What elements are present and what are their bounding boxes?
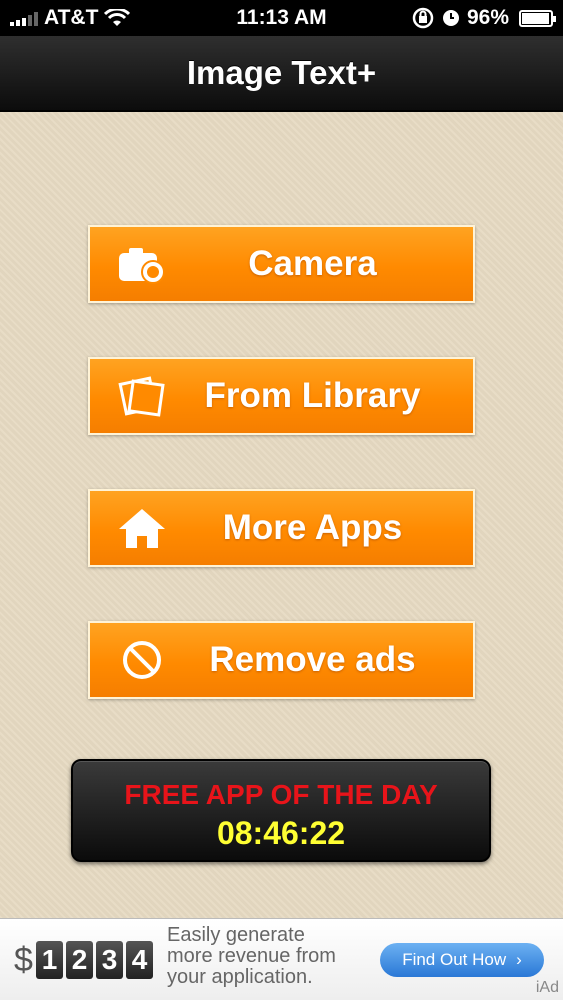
ad-digit: 1 bbox=[36, 941, 63, 979]
status-right: 96% bbox=[411, 6, 556, 30]
battery-percent: 96% bbox=[466, 6, 509, 29]
ad-digit: 3 bbox=[96, 941, 123, 979]
from-library-button[interactable]: From Library bbox=[88, 357, 475, 435]
ad-copy-line: your application. bbox=[167, 966, 313, 988]
page-title: Image Text+ bbox=[186, 54, 377, 91]
rotation-lock-icon bbox=[412, 7, 434, 29]
remove-ads-button-label: Remove ads bbox=[209, 640, 416, 679]
alarm-clock-icon bbox=[442, 10, 459, 26]
camera-button[interactable]: Camera bbox=[88, 225, 475, 303]
ad-digit: 2 bbox=[66, 941, 93, 979]
ad-dollar-sign: $ bbox=[14, 941, 33, 979]
ad-copy: Easily generate more revenue from your a… bbox=[167, 925, 336, 988]
iad-banner[interactable]: $ 1 2 3 4 Easily generate more revenue f… bbox=[0, 918, 563, 1000]
status-bar: AT&T 11:13 AM 96% bbox=[0, 0, 563, 36]
ad-digit: 4 bbox=[126, 941, 153, 979]
photo-library-icon bbox=[112, 366, 172, 426]
more-apps-button[interactable]: More Apps bbox=[88, 489, 475, 567]
chevron-right-icon: › bbox=[516, 950, 522, 969]
ad-digit-counter: 1 2 3 4 bbox=[36, 941, 153, 979]
navigation-bar: Image Text+ bbox=[0, 36, 563, 112]
wifi-icon bbox=[104, 9, 131, 26]
status-left: AT&T bbox=[10, 6, 131, 30]
camera-button-label: Camera bbox=[248, 244, 377, 283]
signal-strength-icon bbox=[10, 10, 38, 26]
home-icon bbox=[112, 498, 172, 558]
iad-logo: iAd bbox=[535, 979, 559, 996]
status-time: 11:13 AM bbox=[236, 6, 327, 29]
free-app-countdown: 08:46:22 bbox=[216, 815, 346, 851]
camera-icon bbox=[112, 234, 172, 294]
from-library-button-label: From Library bbox=[204, 376, 421, 415]
find-out-how-label: Find Out How bbox=[402, 950, 507, 969]
ad-copy-line: Easily generate bbox=[167, 924, 305, 946]
free-app-of-the-day-button[interactable]: FREE APP OF THE DAY 08:46:22 bbox=[71, 759, 491, 862]
remove-ads-button[interactable]: Remove ads bbox=[88, 621, 475, 699]
free-app-title: FREE APP OF THE DAY bbox=[124, 779, 438, 810]
carrier-label: AT&T bbox=[44, 6, 99, 29]
battery-icon bbox=[519, 9, 556, 27]
ad-copy-line: more revenue from bbox=[167, 945, 336, 967]
prohibited-icon bbox=[112, 630, 172, 690]
more-apps-button-label: More Apps bbox=[222, 508, 403, 547]
find-out-how-button[interactable]: Find Out How › bbox=[380, 943, 544, 977]
